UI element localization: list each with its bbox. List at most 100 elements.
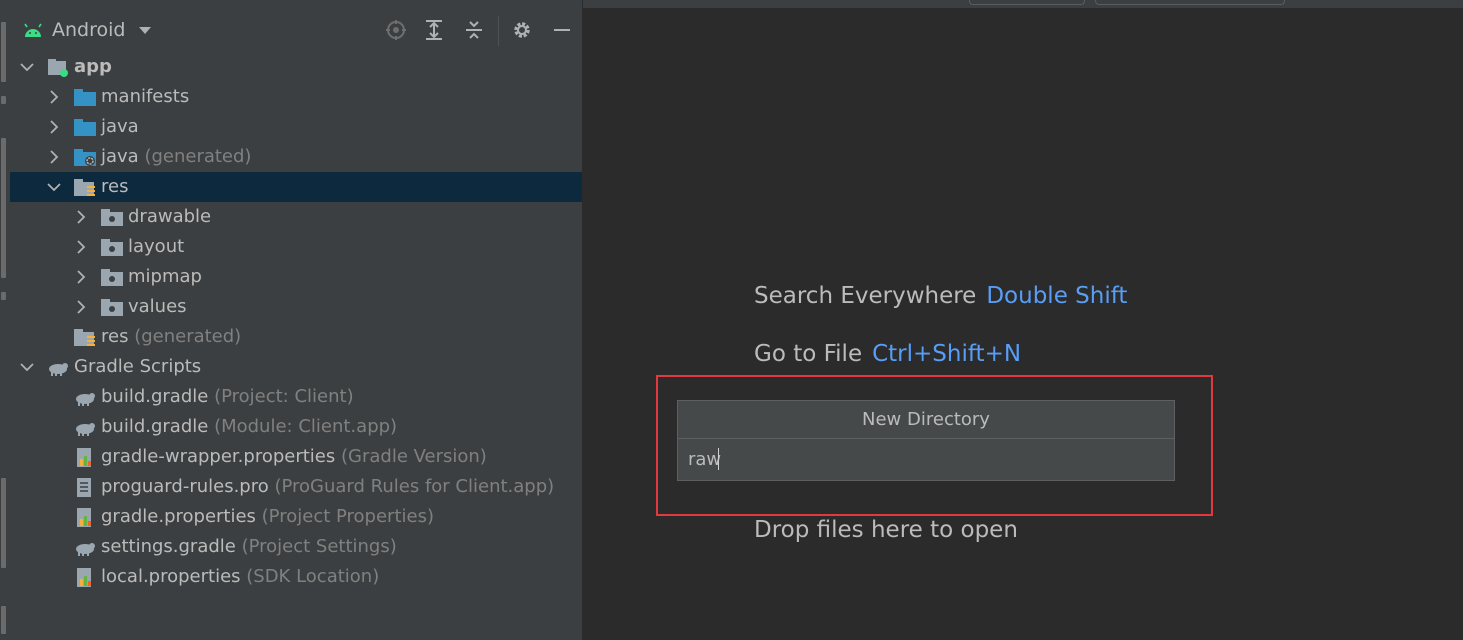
tree-item-hint: (generated) (138, 146, 252, 167)
locate-icon[interactable] (382, 16, 410, 44)
tree-row-layout[interactable]: layout (10, 232, 582, 262)
tree-row-drawable[interactable]: drawable (10, 202, 582, 232)
tree-item-label: app (74, 52, 112, 82)
tree-item-label: manifests (101, 82, 189, 112)
tree-item-name: drawable (128, 206, 212, 227)
chevron-right-icon[interactable] (72, 208, 90, 226)
chevron-right-icon[interactable] (72, 238, 90, 256)
go-to-file-shortcut: Ctrl+Shift+N (872, 341, 1022, 367)
generated-folder-icon (74, 149, 96, 166)
tree-item-name: gradle.properties (101, 506, 256, 527)
tree-item-label: java (generated) (101, 142, 251, 172)
project-tool-window: Android app manifests java java (generated)… (10, 0, 583, 640)
search-everywhere-label: Search Everywhere (754, 283, 977, 309)
tree-item-name: gradle-wrapper.properties (101, 446, 336, 467)
tree-item-hint: (ProGuard Rules for Client.app) (268, 476, 555, 497)
chevron-right-icon[interactable] (45, 118, 63, 136)
tree-item-label: build.gradle (Module: Client.app) (101, 412, 397, 442)
chevron-right-icon[interactable] (45, 88, 63, 106)
tree-row-manifests[interactable]: manifests (10, 82, 582, 112)
chevron-down-icon[interactable] (18, 58, 36, 76)
directory-name-input[interactable] (678, 439, 1174, 480)
chevron-down-icon (139, 26, 152, 34)
tree-row-values[interactable]: values (10, 292, 582, 322)
tree-item-name: layout (128, 236, 185, 257)
package-folder-icon (101, 269, 123, 286)
tree-item-label: Gradle Scripts (74, 352, 201, 382)
tree-row-build-gradle[interactable]: build.gradle (Project: Client) (10, 382, 582, 412)
package-folder-icon (101, 299, 123, 316)
tree-item-hint: (Project Settings) (235, 536, 397, 557)
tree-row-app[interactable]: app (10, 52, 582, 82)
tree-item-label: gradle-wrapper.properties (Gradle Versio… (101, 442, 487, 472)
drop-files-hint: Drop files here to open (754, 517, 1018, 543)
new-directory-popup: New Directory (677, 400, 1175, 481)
tree-item-name: java (101, 116, 139, 137)
tree-row-build-gradle[interactable]: build.gradle (Module: Client.app) (10, 412, 582, 442)
tree-item-label: values (128, 292, 187, 322)
toolbar-field[interactable] (969, 0, 1085, 5)
resource-manager-tool-tab[interactable] (1, 138, 6, 278)
tree-item-name: app (74, 56, 112, 77)
tree-row-res[interactable]: res (10, 172, 582, 202)
tree-item-name: res (101, 326, 129, 347)
package-folder-icon (101, 239, 123, 256)
tree-item-hint: (generated) (128, 326, 242, 347)
tree-row-res[interactable]: res (generated) (10, 322, 582, 352)
tree-item-label: local.properties (SDK Location) (101, 562, 379, 592)
module-icon (48, 59, 68, 77)
search-everywhere-shortcut: Double Shift (986, 283, 1128, 309)
tool-tab-marker (1, 292, 6, 300)
tree-item-hint: (Gradle Version) (335, 446, 487, 467)
chevron-down-icon[interactable] (45, 178, 63, 196)
tree-row-gradle-scripts[interactable]: Gradle Scripts (10, 352, 582, 382)
tree-row-gradle-wrapper-properties[interactable]: gradle-wrapper.properties (Gradle Versio… (10, 442, 582, 472)
tree-item-hint: (Project: Client) (208, 386, 354, 407)
tree-item-name: proguard-rules.pro (101, 476, 269, 497)
gradle-elephant-icon (76, 423, 95, 436)
collapse-all-icon[interactable] (460, 16, 488, 44)
gradle-elephant-icon (76, 543, 95, 556)
tree-row-settings-gradle[interactable]: settings.gradle (Project Settings) (10, 532, 582, 562)
tree-row-java[interactable]: java (generated) (10, 142, 582, 172)
gradle-elephant-icon (76, 393, 95, 406)
tree-item-name: res (101, 176, 129, 197)
tree-row-mipmap[interactable]: mipmap (10, 262, 582, 292)
text-file-icon (77, 478, 91, 497)
project-tool-tab[interactable] (1, 22, 6, 82)
tree-item-label: mipmap (128, 262, 202, 292)
tree-row-java[interactable]: java (10, 112, 582, 142)
expand-all-icon[interactable] (420, 16, 448, 44)
favorites-tool-tab[interactable] (1, 606, 6, 634)
tree-item-name: mipmap (128, 266, 202, 287)
chevron-right-icon[interactable] (72, 298, 90, 316)
minimize-icon[interactable] (548, 16, 576, 44)
chevron-right-icon[interactable] (72, 268, 90, 286)
tree-row-proguard-rules-pro[interactable]: proguard-rules.pro (ProGuard Rules for C… (10, 472, 582, 502)
tree-row-gradle-properties[interactable]: gradle.properties (Project Properties) (10, 502, 582, 532)
chevron-right-icon[interactable] (45, 148, 63, 166)
structure-tool-tab[interactable] (1, 478, 6, 568)
go-to-file-hint: Go to File Ctrl+Shift+N (754, 341, 1021, 367)
tree-item-label: settings.gradle (Project Settings) (101, 532, 397, 562)
tree-item-hint: (Project Properties) (255, 506, 434, 527)
tree-item-hint: (Module: Client.app) (208, 416, 398, 437)
tree-row-local-properties[interactable]: local.properties (SDK Location) (10, 562, 582, 592)
go-to-file-label: Go to File (754, 341, 863, 367)
package-folder-icon (101, 209, 123, 226)
tree-item-label: java (101, 112, 139, 142)
resource-folder-icon (74, 329, 95, 346)
tree-item-label: proguard-rules.pro (ProGuard Rules for C… (101, 472, 554, 502)
view-mode-selector[interactable]: Android (22, 16, 152, 44)
editor-area: Search Everywhere Double Shift Go to File… (583, 0, 1463, 640)
tool-tab-marker (1, 96, 6, 104)
text-cursor (718, 448, 719, 470)
toolbar-field[interactable] (1095, 0, 1285, 5)
new-directory-title: New Directory (678, 401, 1174, 439)
chevron-down-icon[interactable] (18, 358, 36, 376)
project-panel-header: Android (10, 12, 582, 48)
tree-item-name: build.gradle (101, 416, 209, 437)
folder-icon (74, 89, 96, 106)
gear-icon[interactable] (508, 16, 536, 44)
folder-icon (74, 119, 96, 136)
